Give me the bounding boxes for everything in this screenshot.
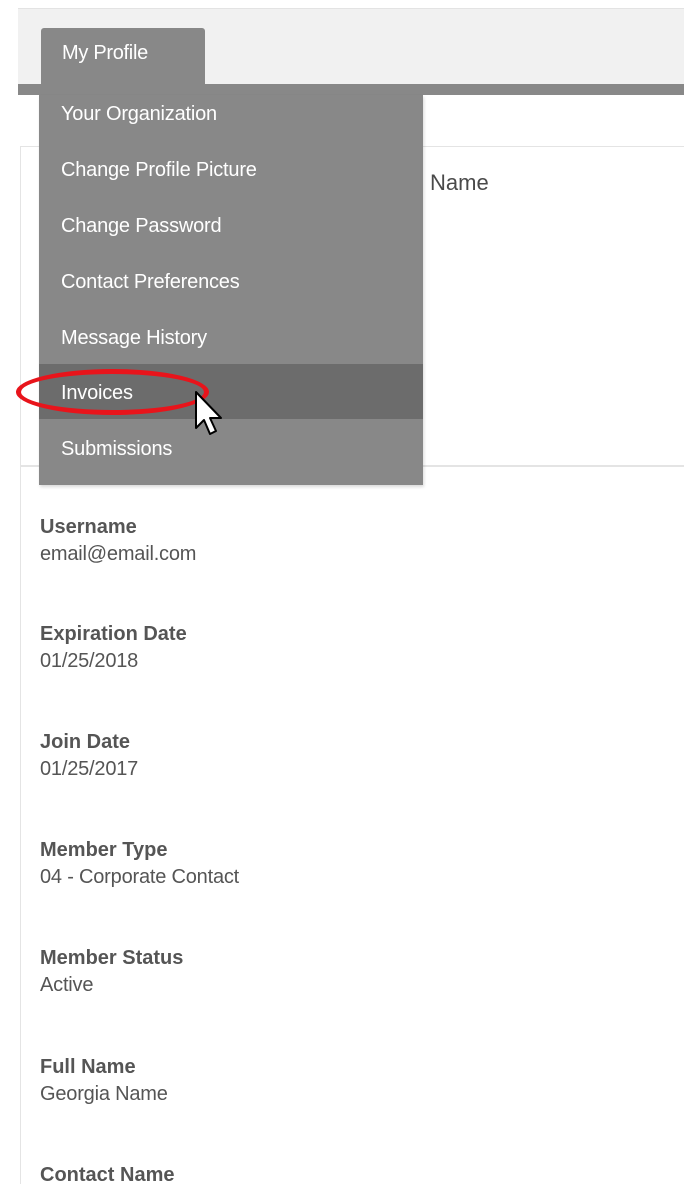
field-value: email@email.com [40, 543, 197, 565]
menu-item-contact-preferences[interactable]: Contact Preferences [39, 263, 423, 319]
field-label: Contact Name [40, 1164, 175, 1184]
menu-item-change-profile-picture[interactable]: Change Profile Picture [39, 151, 423, 207]
menu-item-change-password[interactable]: Change Password [39, 207, 423, 263]
field-value: 04 - Corporate Contact [40, 866, 240, 888]
field-value: 01/25/2017 [40, 758, 139, 780]
tab-my-profile[interactable]: My Profile [41, 28, 205, 95]
menu-item-invoices[interactable]: Invoices [39, 364, 423, 419]
field-label: Member Status [40, 947, 184, 969]
field-label: Member Type [40, 839, 168, 861]
menu-item-your-organization[interactable]: Your Organization [39, 95, 423, 151]
field-label: Expiration Date [40, 623, 187, 645]
field-join-date: Join Date 01/25/2017 [40, 730, 138, 784]
field-username: Username email@email.com [40, 515, 196, 569]
profile-dropdown-menu: Your Organization Change Profile Picture… [39, 95, 423, 485]
field-contact-name: Contact Name [40, 1163, 174, 1184]
menu-item-submissions[interactable]: Submissions [39, 430, 423, 486]
profile-name-heading: Name [430, 170, 489, 195]
field-label: Full Name [40, 1056, 136, 1078]
field-label: Username [40, 516, 137, 538]
field-value: Active [40, 974, 94, 996]
field-expiration-date: Expiration Date 01/25/2018 [40, 622, 187, 676]
profile-page: My Profile Name Username email@email.com… [0, 0, 684, 1184]
field-label: Join Date [40, 731, 131, 753]
field-member-status: Member Status Active [40, 946, 183, 1000]
field-value: 01/25/2018 [40, 650, 139, 672]
field-member-type: Member Type 04 - Corporate Contact [40, 838, 239, 892]
field-value: Georgia Name [40, 1083, 168, 1105]
field-full-name: Full Name Georgia Name [40, 1055, 168, 1109]
